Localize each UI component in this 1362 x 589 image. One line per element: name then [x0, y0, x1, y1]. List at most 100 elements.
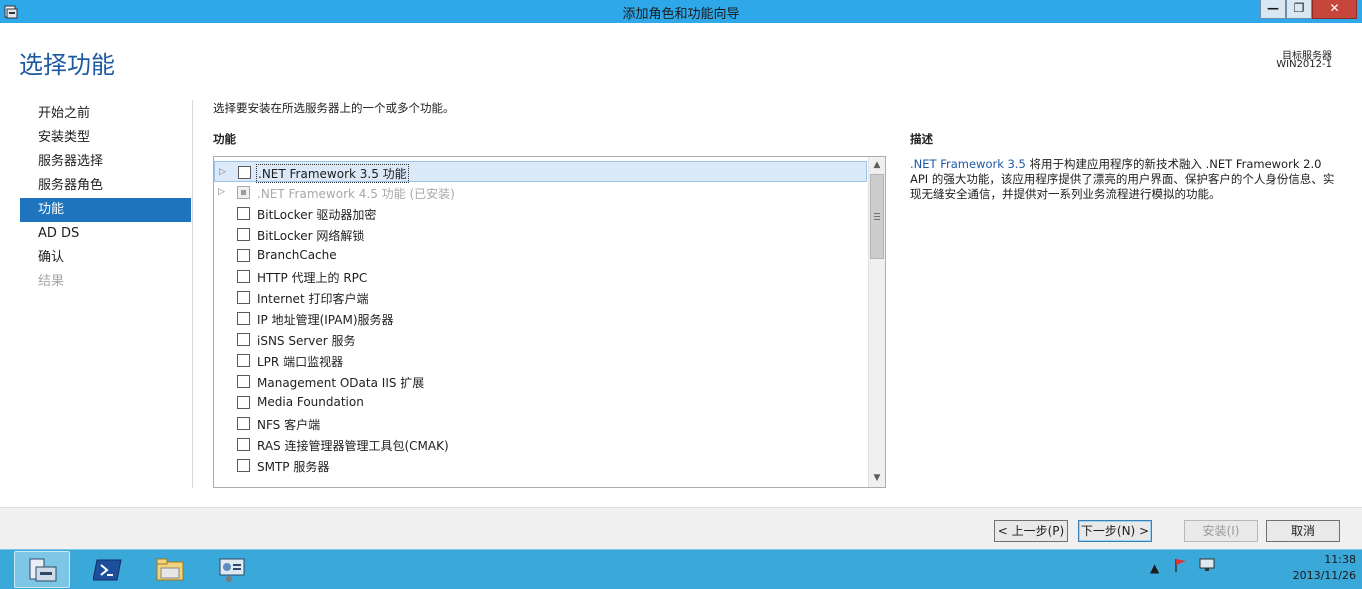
feature-label: BitLocker 网络解锁	[257, 229, 365, 243]
feature-label: SMTP 服务器	[257, 460, 330, 474]
feature-row[interactable]: LPR 端口监视器	[214, 350, 867, 371]
next-button[interactable]: 下一步(N) >	[1078, 520, 1152, 542]
feature-row[interactable]: Internet 打印客户端	[214, 287, 867, 308]
tray-area: ▲	[1150, 558, 1215, 575]
feature-row[interactable]: HTTP 代理上的 RPC	[214, 266, 867, 287]
features-scrollbar[interactable]: ▲ ▼	[868, 157, 885, 487]
taskbar-clock[interactable]: 11:38 2013/11/26	[1268, 552, 1356, 584]
feature-checkbox[interactable]	[237, 438, 250, 451]
folder-icon	[156, 558, 184, 581]
page-title: 选择功能	[19, 51, 115, 79]
restore-icon: ❐	[1293, 1, 1305, 15]
taskbar-network-tool[interactable]	[204, 551, 260, 588]
feature-row[interactable]: SMTP 服务器	[214, 455, 867, 476]
feature-checkbox	[237, 186, 250, 199]
feature-row[interactable]: ▷ .NET Framework 4.5 功能 (已安装)	[214, 182, 867, 203]
grip-icon	[874, 213, 880, 220]
feature-row[interactable]: IP 地址管理(IPAM)服务器	[214, 308, 867, 329]
feature-label: iSNS Server 服务	[257, 334, 356, 348]
feature-label: HTTP 代理上的 RPC	[257, 271, 368, 285]
feature-row[interactable]: NFS 客户端	[214, 413, 867, 434]
feature-checkbox[interactable]	[237, 228, 250, 241]
feature-checkbox[interactable]	[237, 396, 250, 409]
feature-row[interactable]: iSNS Server 服务	[214, 329, 867, 350]
feature-checkbox[interactable]	[237, 312, 250, 325]
powershell-icon	[93, 559, 122, 581]
feature-checkbox[interactable]	[237, 459, 250, 472]
close-icon: ✕	[1329, 1, 1340, 15]
install-button: 安装(I)	[1184, 520, 1258, 542]
feature-checkbox[interactable]	[237, 354, 250, 367]
taskbar: ▲ 11:38 2013/11/26	[0, 549, 1362, 589]
window-title: 添加角色和功能向导	[622, 7, 740, 22]
window-titlebar: 添加角色和功能向导 — ❐ ✕	[0, 0, 1362, 23]
nav-item-before-you-begin[interactable]: 开始之前	[20, 102, 191, 126]
feature-row[interactable]: Management OData IIS 扩展	[214, 371, 867, 392]
feature-label: .NET Framework 4.5 功能 (已安装)	[257, 187, 455, 201]
feature-checkbox[interactable]	[237, 270, 250, 283]
instruction-text: 选择要安装在所选服务器上的一个或多个功能。	[213, 101, 455, 115]
feature-row[interactable]: BranchCache	[214, 245, 867, 266]
server-manager-icon	[29, 558, 57, 582]
feature-list: ▷ .NET Framework 3.5 功能 ▷ .NET Framework 4.…	[214, 161, 867, 476]
network-console-icon	[219, 558, 245, 582]
nav-item-features[interactable]: 功能	[20, 198, 191, 222]
close-button[interactable]: ✕	[1312, 0, 1357, 19]
feature-checkbox[interactable]	[238, 166, 251, 179]
taskbar-server-manager[interactable]	[14, 551, 70, 588]
nav-item-server-selection[interactable]: 服务器选择	[20, 150, 191, 174]
feature-label: BitLocker 驱动器加密	[257, 208, 377, 222]
scroll-thumb[interactable]	[870, 174, 884, 259]
clock-time: 11:38	[1324, 553, 1356, 566]
nav-item-confirmation[interactable]: 确认	[20, 246, 191, 270]
feature-checkbox[interactable]	[237, 417, 250, 430]
minimize-icon: —	[1267, 1, 1279, 15]
feature-row[interactable]: ▷ .NET Framework 3.5 功能	[214, 161, 867, 183]
expand-arrow-icon[interactable]: ▷	[219, 167, 227, 177]
feature-checkbox[interactable]	[237, 249, 250, 262]
feature-checkbox[interactable]	[237, 375, 250, 388]
nav-item-ad-ds[interactable]: AD DS	[20, 222, 191, 246]
nav-item-server-roles[interactable]: 服务器角色	[20, 174, 191, 198]
nav-item-results: 结果	[38, 274, 65, 289]
feature-description: .NET Framework 3.5 将用于构建应用程序的新技术融入 .NET …	[910, 157, 1335, 202]
scroll-up-icon[interactable]: ▲	[869, 157, 885, 174]
description-heading: 描述	[910, 132, 933, 146]
expand-arrow-icon[interactable]: ▷	[218, 187, 226, 197]
network-icon[interactable]	[1199, 558, 1215, 572]
feature-row[interactable]: Media Foundation	[214, 392, 867, 413]
feature-label: Media Foundation	[257, 395, 364, 409]
feature-label: LPR 端口监视器	[257, 355, 344, 369]
nav-divider	[192, 100, 193, 488]
feature-label: NFS 客户端	[257, 418, 321, 432]
feature-row[interactable]: RAS 连接管理器管理工具包(CMAK)	[214, 434, 867, 455]
taskbar-powershell[interactable]	[80, 551, 136, 588]
feature-row[interactable]: BitLocker 网络解锁	[214, 224, 867, 245]
feature-checkbox[interactable]	[237, 333, 250, 346]
description-link[interactable]: .NET Framework 3.5	[910, 157, 1026, 171]
taskbar-file-explorer[interactable]	[142, 551, 198, 588]
feature-label: .NET Framework 3.5 功能	[256, 164, 409, 183]
feature-label: IP 地址管理(IPAM)服务器	[257, 313, 394, 327]
target-server-value: WIN2012-1	[1276, 59, 1332, 70]
wizard-footer: < 上一步(P) 下一步(N) > 安装(I) 取消	[0, 507, 1362, 549]
wizard-nav: 开始之前 安装类型 服务器选择 服务器角色 功能 AD DS 确认 结果	[20, 102, 191, 294]
features-heading: 功能	[213, 132, 236, 146]
features-tree[interactable]: ▷ .NET Framework 3.5 功能 ▷ .NET Framework 4.…	[213, 156, 886, 488]
feature-label: Internet 打印客户端	[257, 292, 369, 306]
maximize-button[interactable]: ❐	[1286, 0, 1312, 19]
scroll-down-icon[interactable]: ▼	[869, 470, 885, 487]
cancel-button[interactable]: 取消	[1266, 520, 1340, 542]
feature-checkbox[interactable]	[237, 207, 250, 220]
feature-label: RAS 连接管理器管理工具包(CMAK)	[257, 439, 449, 453]
action-center-flag-icon[interactable]	[1173, 558, 1189, 572]
feature-label: BranchCache	[257, 248, 337, 262]
clock-date: 2013/11/26	[1292, 569, 1356, 582]
feature-row[interactable]: BitLocker 驱动器加密	[214, 203, 867, 224]
previous-button[interactable]: < 上一步(P)	[994, 520, 1068, 542]
nav-item-installation-type[interactable]: 安装类型	[20, 126, 191, 150]
show-hidden-icons-icon[interactable]: ▲	[1150, 561, 1159, 575]
minimize-button[interactable]: —	[1260, 0, 1286, 19]
feature-checkbox[interactable]	[237, 291, 250, 304]
feature-label: Management OData IIS 扩展	[257, 376, 425, 390]
